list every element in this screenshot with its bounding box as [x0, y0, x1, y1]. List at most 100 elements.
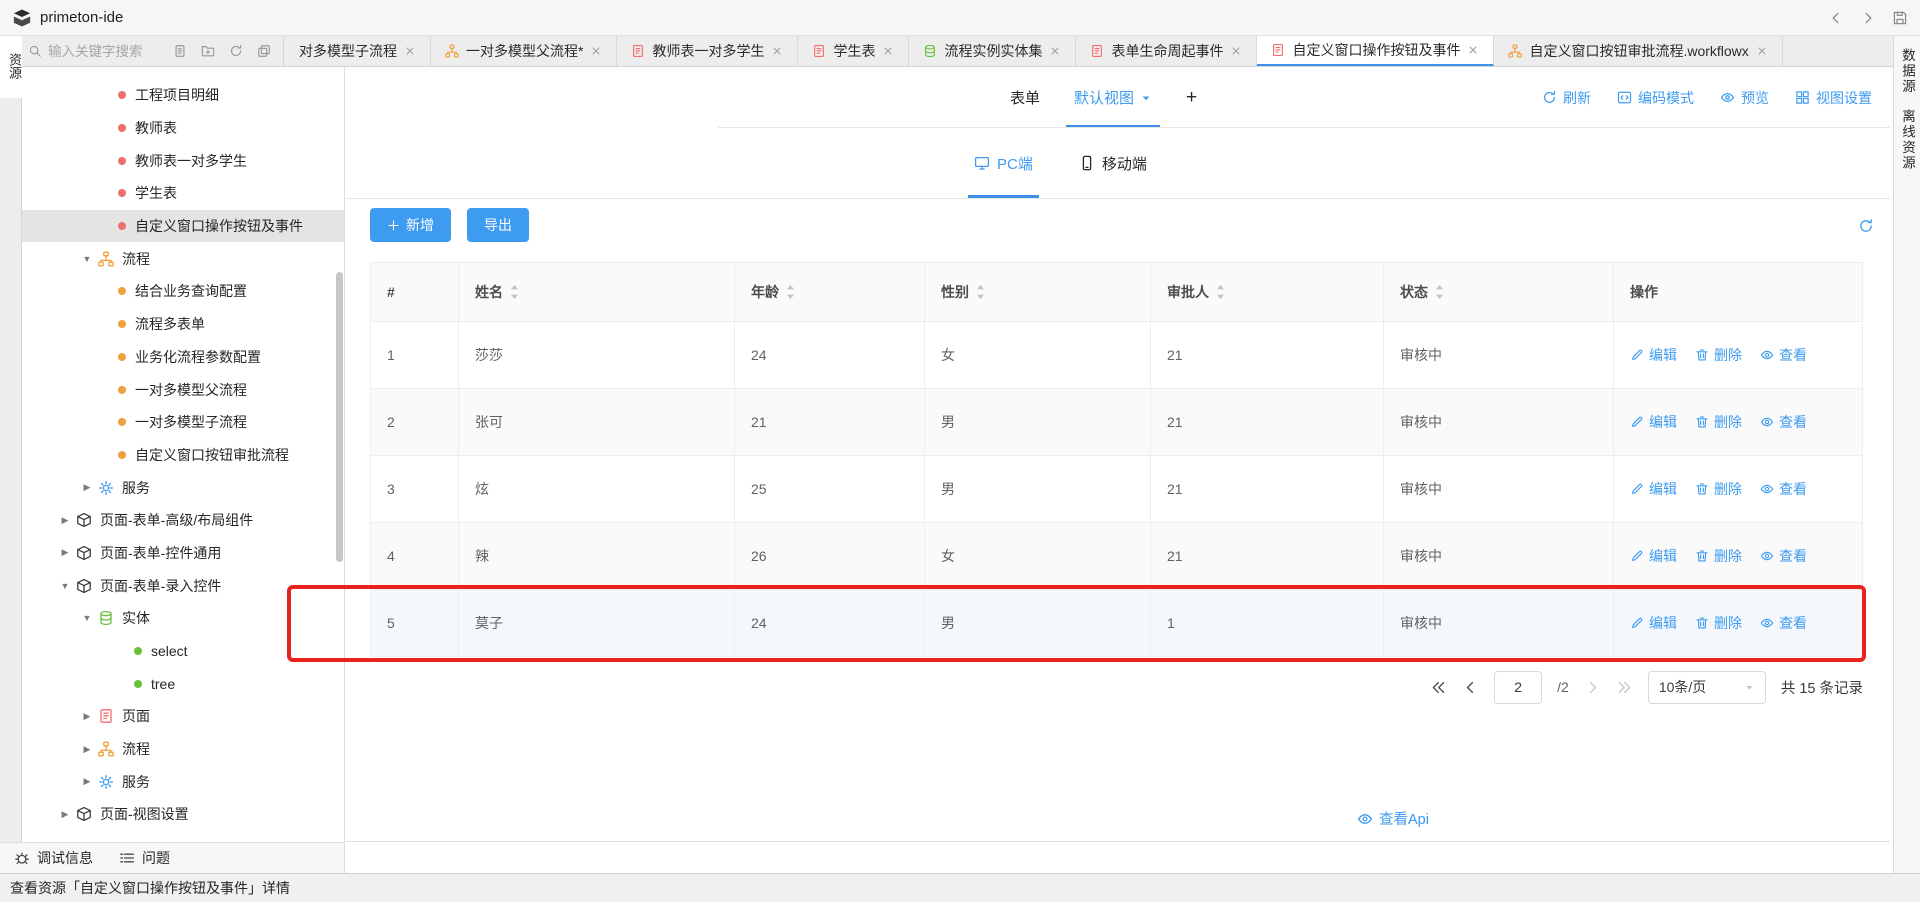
chevron-right-icon[interactable]: ▶ — [58, 547, 72, 558]
add-button[interactable]: 新增 — [370, 208, 451, 242]
editor-tab[interactable]: 自定义窗口按钮审批流程.workflowx — [1494, 36, 1782, 66]
chevron-down-icon[interactable]: ▼ — [80, 254, 94, 264]
save-icon[interactable] — [1892, 10, 1908, 26]
close-icon[interactable] — [771, 45, 783, 57]
tree-item[interactable]: ▶页面 — [22, 700, 344, 733]
refresh-button[interactable]: 刷新 — [1542, 88, 1591, 108]
view-link[interactable]: 查看 — [1760, 412, 1807, 432]
tree-item[interactable]: 流程多表单 — [22, 308, 344, 341]
table-row[interactable]: 5莫子24男1审核中 编辑 删除 查看 — [371, 590, 1862, 657]
tab-mobile[interactable]: 移动端 — [1079, 128, 1147, 198]
problems-button[interactable]: 问题 — [119, 848, 170, 868]
editor-tab[interactable]: 学生表 — [798, 36, 909, 66]
tree-item[interactable]: ▼流程 — [22, 242, 344, 275]
view-link[interactable]: 查看 — [1760, 345, 1807, 365]
debug-info-button[interactable]: 调试信息 — [14, 848, 93, 868]
close-icon[interactable] — [404, 45, 416, 57]
chevron-right-icon[interactable]: ▶ — [80, 711, 94, 722]
refresh-icon[interactable] — [229, 44, 243, 58]
view-link[interactable]: 查看 — [1760, 613, 1807, 633]
tree-item[interactable]: ▼页面-表单-录入控件 — [22, 569, 344, 602]
sort-icon[interactable] — [785, 284, 796, 300]
page-input[interactable]: 2 — [1494, 671, 1542, 704]
panel-tab-datasource[interactable]: 数据源 — [1897, 48, 1917, 95]
table-refresh-icon[interactable] — [1858, 218, 1874, 234]
tree-item[interactable]: 自定义窗口操作按钮及事件 — [22, 210, 344, 243]
tree-item[interactable]: 自定义窗口按钮审批流程 — [22, 439, 344, 472]
tree-item[interactable]: 一对多模型父流程 — [22, 373, 344, 406]
close-icon[interactable] — [1756, 45, 1768, 57]
document-icon[interactable] — [173, 44, 187, 58]
column-header[interactable]: 状态 — [1384, 263, 1614, 322]
edit-link[interactable]: 编辑 — [1630, 345, 1677, 365]
tree-item[interactable]: 工程项目明细 — [22, 79, 344, 112]
chevron-right-icon[interactable]: ▶ — [80, 776, 94, 787]
view-settings-button[interactable]: 视图设置 — [1795, 88, 1872, 108]
column-header[interactable]: 年龄 — [735, 263, 925, 322]
overlap-windows-icon[interactable] — [257, 44, 271, 58]
chevron-down-icon[interactable]: ▼ — [58, 581, 72, 591]
chevron-right-icon[interactable]: ▶ — [58, 515, 72, 526]
delete-link[interactable]: 删除 — [1695, 613, 1742, 633]
column-header[interactable]: 姓名 — [459, 263, 735, 322]
sort-icon[interactable] — [975, 284, 986, 300]
tree-item[interactable]: 教师表一对多学生 — [22, 144, 344, 177]
close-icon[interactable] — [590, 45, 602, 57]
tree-item[interactable]: tree — [22, 667, 344, 700]
tree-item[interactable]: 学生表 — [22, 177, 344, 210]
view-link[interactable]: 查看 — [1760, 546, 1807, 566]
tree-item[interactable]: 业务化流程参数配置 — [22, 341, 344, 374]
editor-tab[interactable]: 流程实例实体集 — [909, 36, 1076, 66]
delete-link[interactable]: 删除 — [1695, 479, 1742, 499]
nav-back-icon[interactable] — [1828, 10, 1844, 26]
close-icon[interactable] — [1049, 45, 1061, 57]
view-link[interactable]: 查看 — [1760, 479, 1807, 499]
sidebar-scrollbar[interactable] — [336, 272, 343, 562]
column-header[interactable]: 审批人 — [1151, 263, 1384, 322]
last-page-button[interactable] — [1616, 679, 1633, 696]
panel-tab-offline-resources[interactable]: 离线资源 — [1897, 109, 1917, 171]
tree-item[interactable]: ▶服务 — [22, 471, 344, 504]
tab-pc[interactable]: PC端 — [974, 128, 1033, 198]
tree-item[interactable]: ▶页面-表单-高级/布局组件 — [22, 504, 344, 537]
edit-link[interactable]: 编辑 — [1630, 479, 1677, 499]
editor-tab[interactable]: 表单生命周起事件 — [1076, 36, 1257, 66]
tree-item[interactable]: ▼实体 — [22, 602, 344, 635]
edit-link[interactable]: 编辑 — [1630, 613, 1677, 633]
close-icon[interactable] — [1467, 44, 1479, 56]
sort-icon[interactable] — [1215, 284, 1226, 300]
tree-item[interactable]: ▶页面-视图设置 — [22, 798, 344, 831]
tree-item[interactable]: ▶页面-表单-控件通用 — [22, 537, 344, 570]
next-page-button[interactable] — [1584, 679, 1601, 696]
edit-link[interactable]: 编辑 — [1630, 546, 1677, 566]
table-row[interactable]: 1莎莎24女21审核中 编辑 删除 查看 — [371, 322, 1862, 389]
chevron-right-icon[interactable]: ▶ — [80, 744, 94, 755]
tree-item[interactable]: 教师表 — [22, 112, 344, 145]
page-size-select[interactable]: 10条/页 — [1648, 671, 1766, 704]
default-view-tab[interactable]: 默认视图 — [1074, 67, 1152, 128]
delete-link[interactable]: 删除 — [1695, 412, 1742, 432]
column-header[interactable]: 性别 — [925, 263, 1151, 322]
add-view-button[interactable]: + — [1186, 67, 1197, 128]
table-row[interactable]: 4辣26女21审核中 编辑 删除 查看 — [371, 523, 1862, 590]
tree-item[interactable]: ▶流程 — [22, 733, 344, 766]
delete-link[interactable]: 删除 — [1695, 546, 1742, 566]
tree-item[interactable]: 一对多模型子流程 — [22, 406, 344, 439]
panel-tab-resources[interactable]: 资源 — [0, 36, 22, 98]
sort-icon[interactable] — [1434, 284, 1445, 300]
prev-page-button[interactable] — [1462, 679, 1479, 696]
tree-item[interactable]: 结合业务查询配置 — [22, 275, 344, 308]
tree-item[interactable]: ▶服务 — [22, 765, 344, 798]
search-input[interactable] — [48, 44, 171, 59]
chevron-right-icon[interactable]: ▶ — [58, 809, 72, 820]
nav-forward-icon[interactable] — [1860, 10, 1876, 26]
view-api-link[interactable]: 查看Api — [1357, 808, 1429, 829]
folder-add-icon[interactable] — [201, 44, 215, 58]
edit-link[interactable]: 编辑 — [1630, 412, 1677, 432]
code-mode-button[interactable]: 编码模式 — [1617, 88, 1694, 108]
table-row[interactable]: 3炫25男21审核中 编辑 删除 查看 — [371, 456, 1862, 523]
close-icon[interactable] — [1230, 45, 1242, 57]
sort-icon[interactable] — [509, 284, 520, 300]
chevron-right-icon[interactable]: ▶ — [80, 482, 94, 493]
editor-tab[interactable]: 自定义窗口操作按钮及事件 — [1257, 36, 1494, 66]
